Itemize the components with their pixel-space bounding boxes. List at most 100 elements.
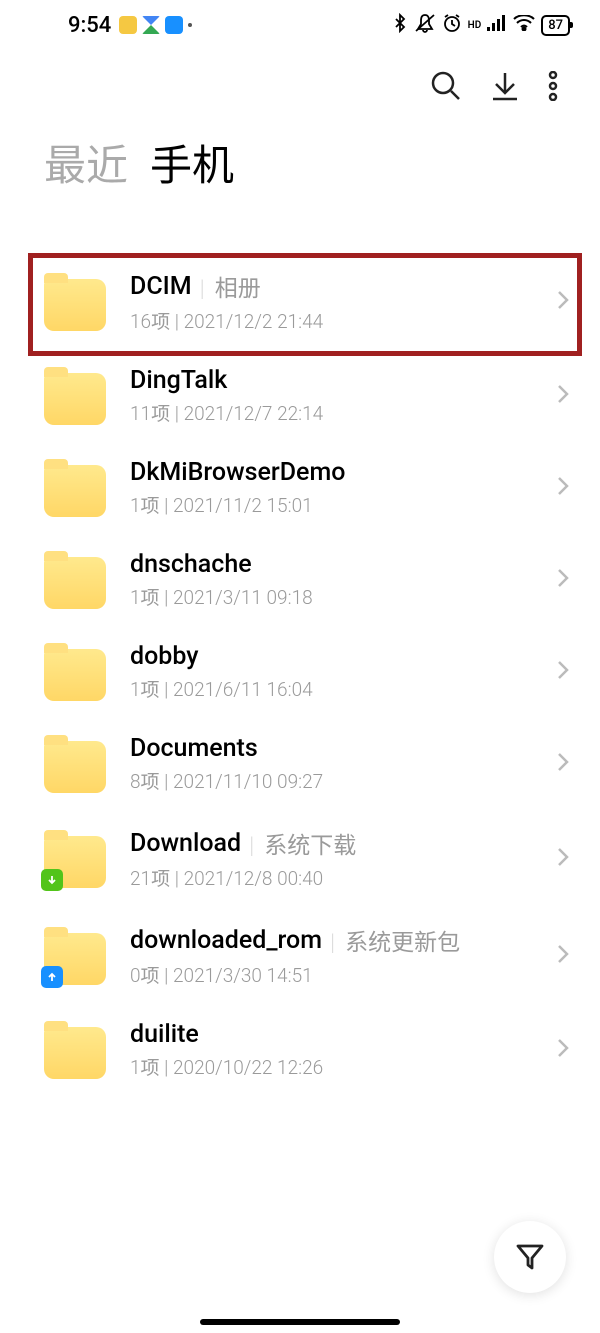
folder-meta: 0项 | 2021/3/30 14:51 [130,961,532,988]
folder-date: 2021/12/7 22:14 [184,402,324,425]
bluetooth-icon [392,13,408,38]
folder-item[interactable]: DkMiBrowserDemo 1项 | 2021/11/2 15:01 [0,442,600,534]
folder-name: downloaded_rom [130,926,322,955]
chevron-right-icon [556,567,570,593]
folder-icon-wrap [44,735,106,793]
folder-date: 2021/11/10 09:27 [173,770,323,793]
status-time: 9:54 [68,13,111,38]
tab-recent[interactable]: 最近 [44,132,128,193]
chevron-right-icon [556,475,570,501]
folder-icon [44,1027,106,1079]
hd-icon: HD [468,20,482,31]
filter-icon [514,1241,546,1273]
meta-separator: | [160,1056,173,1079]
folder-text: DkMiBrowserDemo 1项 | 2021/11/2 15:01 [130,458,532,518]
folder-text: DingTalk11项 | 2021/12/7 22:14 [130,366,532,426]
folder-text: dobby1项 | 2021/6/11 16:04 [130,642,532,702]
folder-count: 1项 [130,586,160,609]
folder-count: 1项 [130,678,160,701]
search-button[interactable] [430,70,462,106]
folder-date: 2020/10/22 12:26 [173,1056,323,1079]
meta-separator: | [160,770,173,793]
meta-separator: | [160,964,173,987]
folder-tag: 相册 [200,269,261,303]
wifi-icon [513,15,535,36]
folder-date: 2021/3/30 14:51 [173,964,313,987]
meta-separator: | [160,494,173,517]
folder-icon-wrap [44,643,106,701]
download-icon [490,70,520,102]
more-vertical-icon [548,71,558,101]
status-left: 9:54 [68,13,192,38]
meta-separator: | [170,310,183,333]
tab-phone[interactable]: 手机 [150,132,234,193]
folder-tag: 系统更新包 [330,923,460,957]
folder-icon-wrap [44,551,106,609]
notif-icon-play [142,16,160,34]
folder-item[interactable]: duilite 1项 | 2020/10/22 12:26 [0,1004,600,1096]
folder-count: 1项 [130,1056,160,1079]
search-icon [430,70,462,102]
folder-icon-wrap [44,273,106,331]
download-button[interactable] [490,70,520,106]
folder-name: duilite [130,1020,199,1049]
filter-fab[interactable] [494,1221,566,1293]
folder-text: downloaded_rom 系统更新包 0项 | 2021/3/30 14:51 [130,923,532,988]
folder-text: duilite 1项 | 2020/10/22 12:26 [130,1020,532,1080]
folder-count: 16项 [130,310,170,333]
status-bar: 9:54 HD 87 [0,0,600,50]
folder-meta: 1项 | 2021/11/2 15:01 [130,491,532,518]
folder-date: 2021/11/2 15:01 [173,494,313,517]
meta-separator: | [170,867,183,890]
folder-icon [44,279,106,331]
folder-item[interactable]: dobby1项 | 2021/6/11 16:04 [0,626,600,718]
folder-icon-wrap [44,927,106,985]
folder-meta: 21项 | 2021/12/8 00:40 [130,864,532,891]
home-indicator[interactable] [200,1319,400,1325]
chevron-right-icon [556,659,570,685]
toolbar [0,50,600,118]
folder-text: Documents 8项 | 2021/11/10 09:27 [130,734,532,794]
folder-icon-wrap [44,367,106,425]
folder-text: dnschache1项 | 2021/3/11 09:18 [130,550,532,610]
folder-item[interactable]: DingTalk11项 | 2021/12/7 22:14 [0,350,600,442]
folder-date: 2021/12/8 00:40 [184,867,324,890]
folder-meta: 16项 | 2021/12/2 21:44 [130,307,532,334]
folder-item[interactable]: Download 系统下载 21项 | 2021/12/8 00:40 [0,810,600,907]
folder-meta: 1项 | 2021/6/11 16:04 [130,675,532,702]
folder-tag: 系统下载 [249,826,356,860]
folder-text: Download 系统下载 21项 | 2021/12/8 00:40 [130,826,532,891]
download-badge-icon [41,869,63,891]
folder-item[interactable]: Documents 8项 | 2021/11/10 09:27 [0,718,600,810]
alarm-icon [442,13,462,38]
folder-meta: 1项 | 2020/10/22 12:26 [130,1053,532,1080]
folder-count: 8项 [130,770,160,793]
chevron-right-icon [556,289,570,315]
notif-icon-1 [119,16,137,34]
chevron-right-icon [556,846,570,872]
folder-name: DingTalk [130,366,227,395]
folder-item[interactable]: downloaded_rom 系统更新包 0项 | 2021/3/30 14:51 [0,907,600,1004]
folder-text: DCIM 相册 16项 | 2021/12/2 21:44 [130,269,532,334]
folder-list: DCIM 相册 16项 | 2021/12/2 21:44 DingTalk11项 |… [0,213,600,1096]
folder-meta: 1项 | 2021/3/11 09:18 [130,583,532,610]
folder-icon [44,557,106,609]
folder-name: Documents [130,734,258,763]
folder-date: 2021/6/11 16:04 [173,678,313,701]
folder-meta: 8项 | 2021/11/10 09:27 [130,767,532,794]
folder-name: DkMiBrowserDemo [130,458,345,487]
folder-icon-wrap [44,1021,106,1079]
more-button[interactable] [548,71,558,105]
chevron-right-icon [556,751,570,777]
folder-name: Download [130,829,241,858]
folder-name: DCIM [130,272,192,301]
folder-date: 2021/12/2 21:44 [184,310,324,333]
chevron-right-icon [556,1037,570,1063]
battery-indicator: 87 [541,15,570,36]
folder-item[interactable]: dnschache1项 | 2021/3/11 09:18 [0,534,600,626]
folder-icon-wrap [44,459,106,517]
upload-badge-icon [41,966,63,988]
folder-item[interactable]: DCIM 相册 16项 | 2021/12/2 21:44 [0,253,600,350]
folder-icon [44,465,106,517]
chevron-right-icon [556,383,570,409]
